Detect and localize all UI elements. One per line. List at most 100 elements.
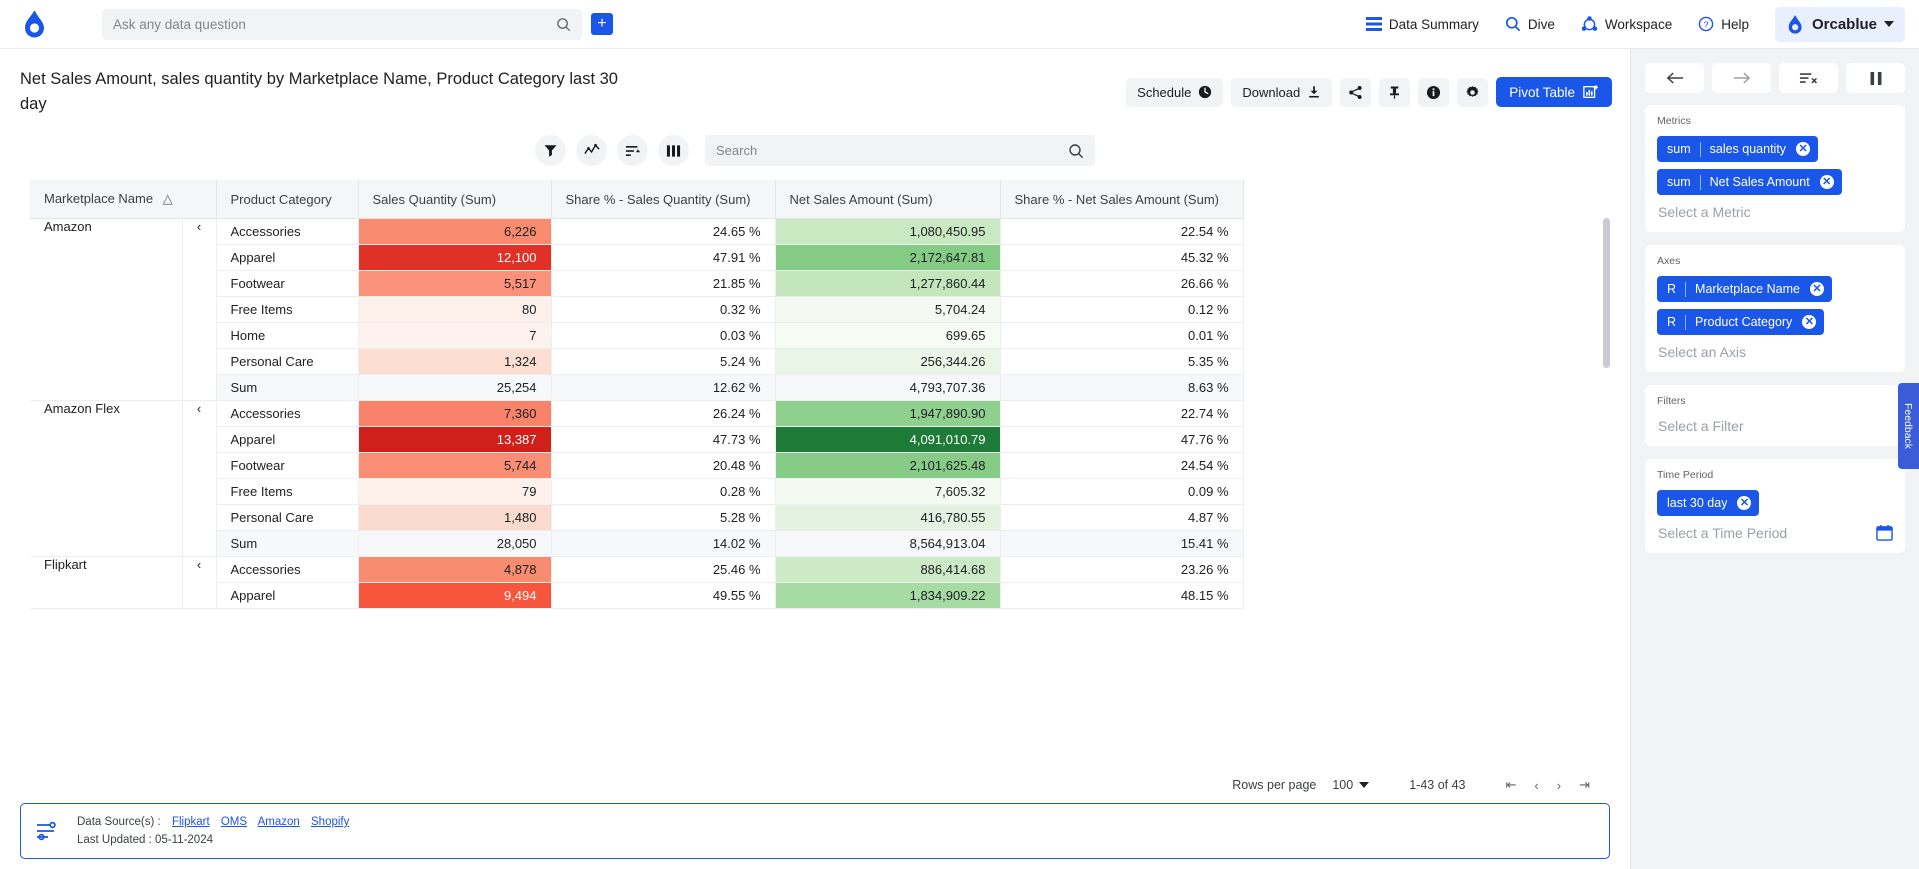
axis-chip[interactable]: R Marketplace Name ✕ bbox=[1657, 276, 1832, 302]
net-sales-amount-cell: 886,414.68 bbox=[775, 556, 1001, 583]
calendar-icon[interactable] bbox=[1876, 524, 1893, 541]
nav-item-help[interactable]: ? Help bbox=[1698, 16, 1749, 32]
table-row[interactable]: Flipkart ‹ Accessories 4,878 25.46 % 886,414.… bbox=[30, 556, 1244, 609]
table-search-box[interactable] bbox=[705, 135, 1095, 166]
select-axis-placeholder[interactable]: Select an Axis bbox=[1657, 342, 1893, 360]
data-source-link[interactable]: Shopify bbox=[311, 816, 349, 828]
download-button[interactable]: Download bbox=[1231, 77, 1333, 107]
time-period-row: Select a Time Period bbox=[1657, 523, 1893, 541]
settings-button[interactable] bbox=[1457, 77, 1489, 107]
share-button[interactable] bbox=[1340, 77, 1372, 107]
column-header-share-net-sales-amount[interactable]: Share % - Net Sales Amount (Sum) bbox=[1000, 180, 1244, 219]
report-header: Net Sales Amount, sales quantity by Mark… bbox=[0, 49, 1630, 117]
page-buttons: ⇤ ‹ › ⇥ bbox=[1506, 777, 1591, 793]
orca-logo-icon[interactable] bbox=[18, 7, 52, 41]
select-time-period-placeholder[interactable]: Select a Time Period bbox=[1657, 523, 1787, 541]
collapse-group-button[interactable]: ‹ bbox=[182, 218, 217, 401]
last-page-icon[interactable]: ⇥ bbox=[1579, 777, 1590, 793]
metric-aggregation: sum bbox=[1667, 175, 1691, 189]
metric-chip[interactable]: sum sales quantity ✕ bbox=[1657, 136, 1819, 162]
prev-page-icon[interactable]: ‹ bbox=[1534, 778, 1538, 793]
remove-chip-icon[interactable]: ✕ bbox=[1802, 315, 1817, 329]
time-period-chip[interactable]: last 30 day ✕ bbox=[1657, 490, 1760, 516]
select-filter-placeholder[interactable]: Select a Filter bbox=[1657, 416, 1893, 434]
data-source-link[interactable]: Amazon bbox=[258, 816, 300, 828]
data-source-link[interactable]: Flipkart bbox=[172, 816, 210, 828]
share-net-sales-amount-cell: 26.66 % bbox=[1000, 270, 1244, 297]
sales-quantity-cell: 1,480 bbox=[358, 504, 552, 531]
info-icon bbox=[1427, 85, 1441, 99]
pivot-table-scroll[interactable]: Marketplace Name △ Product Category Sale… bbox=[0, 180, 1630, 769]
search-input[interactable] bbox=[113, 16, 556, 32]
metric-chip[interactable]: sum Net Sales Amount ✕ bbox=[1657, 169, 1842, 195]
net-sales-amount-cell: 416,780.55 bbox=[775, 504, 1001, 531]
category-cell: Footwear bbox=[216, 270, 359, 297]
sort-button[interactable] bbox=[617, 135, 648, 166]
rows-per-page-select[interactable]: 100 bbox=[1332, 778, 1370, 792]
share-sales-quantity-cell: 20.48 % bbox=[551, 452, 776, 479]
data-source-footer: Data Source(s) : Flipkart OMS Amazon Sho… bbox=[20, 803, 1610, 859]
next-page-icon[interactable]: › bbox=[1557, 778, 1561, 793]
trend-line-icon bbox=[583, 143, 600, 154]
share-net-sales-amount-cell: 48.15 % bbox=[1000, 582, 1244, 609]
main-body: Net Sales Amount, sales quantity by Mark… bbox=[0, 49, 1919, 869]
column-header-net-sales-amount[interactable]: Net Sales Amount (Sum) bbox=[775, 180, 1001, 219]
columns-button[interactable] bbox=[658, 135, 689, 166]
workspace-selector[interactable]: Orcablue bbox=[1774, 6, 1905, 42]
add-button[interactable]: + bbox=[591, 13, 613, 35]
column-header-marketplace-name[interactable]: Marketplace Name △ bbox=[30, 180, 217, 219]
clock-icon bbox=[1199, 85, 1212, 99]
filter-button[interactable] bbox=[535, 135, 566, 166]
share-net-sales-amount-cell: 47.76 % bbox=[1000, 426, 1244, 453]
global-search-box[interactable] bbox=[102, 8, 582, 40]
table-row[interactable]: Amazon ‹ Accessories 6,226 24.65 % 1,080,450.… bbox=[30, 218, 1244, 401]
net-sales-amount-cell: 2,101,625.48 bbox=[775, 452, 1001, 479]
share-sales-quantity-cell: 47.73 % bbox=[551, 426, 776, 453]
search-icon bbox=[1069, 143, 1084, 158]
trend-button[interactable] bbox=[576, 135, 607, 166]
remove-chip-icon[interactable]: ✕ bbox=[1809, 282, 1824, 296]
nav-label: Workspace bbox=[1604, 16, 1673, 32]
column-header-sales-quantity[interactable]: Sales Quantity (Sum) bbox=[358, 180, 552, 219]
net-sales-amount-cell: 1,277,860.44 bbox=[775, 270, 1001, 297]
table-row[interactable]: Amazon Flex ‹ Accessories 7,360 26.24 % 1,947… bbox=[30, 400, 1244, 557]
sum-share-net-sales-amount: 8.63 % bbox=[1000, 374, 1244, 401]
svg-text:?: ? bbox=[1704, 19, 1709, 29]
table-scrollbar[interactable] bbox=[1603, 218, 1610, 368]
axis-chip[interactable]: R Product Category ✕ bbox=[1657, 309, 1825, 335]
pivot-table-button[interactable]: Pivot Table bbox=[1496, 77, 1612, 107]
remove-chip-icon[interactable]: ✕ bbox=[1796, 142, 1811, 156]
config-panel: Metrics sum sales quantity ✕ sum Net Sal… bbox=[1630, 49, 1919, 869]
pause-button[interactable] bbox=[1846, 63, 1905, 93]
filter-icon bbox=[544, 145, 557, 157]
nav-item-dive[interactable]: Dive bbox=[1505, 16, 1555, 32]
first-page-icon[interactable]: ⇤ bbox=[1506, 777, 1517, 793]
feedback-label: Feedback bbox=[1902, 402, 1915, 450]
axis-name: Product Category bbox=[1695, 315, 1793, 329]
nav-item-workspace[interactable]: Workspace bbox=[1581, 15, 1673, 33]
forward-button[interactable] bbox=[1712, 63, 1771, 93]
clear-filters-button[interactable] bbox=[1779, 63, 1838, 93]
nav-label: Data Summary bbox=[1388, 16, 1479, 32]
select-metric-placeholder[interactable]: Select a Metric bbox=[1657, 202, 1893, 220]
axis-type: R bbox=[1667, 282, 1677, 296]
net-sales-amount-cell: 5,704.24 bbox=[775, 296, 1001, 323]
chevron-down-icon bbox=[1884, 21, 1894, 27]
pin-button[interactable] bbox=[1379, 77, 1411, 107]
sort-asc-icon: △ bbox=[162, 191, 173, 206]
column-header-share-sales-quantity[interactable]: Share % - Sales Quantity (Sum) bbox=[551, 180, 776, 219]
remove-chip-icon[interactable]: ✕ bbox=[1737, 496, 1752, 510]
back-button[interactable] bbox=[1645, 63, 1704, 93]
info-button[interactable] bbox=[1418, 77, 1450, 107]
collapse-group-button[interactable]: ‹ bbox=[182, 556, 217, 609]
table-body: Amazon ‹ Accessories 6,226 24.65 % 1,080,450.… bbox=[30, 218, 1244, 609]
nav-item-data-summary[interactable]: Data Summary bbox=[1365, 16, 1479, 32]
collapse-group-button[interactable]: ‹ bbox=[182, 400, 217, 557]
schedule-button[interactable]: Schedule bbox=[1126, 77, 1224, 107]
column-header-product-category[interactable]: Product Category bbox=[216, 180, 359, 219]
table-search-input[interactable] bbox=[716, 143, 1068, 158]
feedback-tab[interactable]: Feedback bbox=[1898, 383, 1919, 469]
net-sales-amount-cell: 1,834,909.22 bbox=[775, 582, 1001, 609]
remove-chip-icon[interactable]: ✕ bbox=[1819, 175, 1834, 189]
data-source-link[interactable]: OMS bbox=[221, 816, 247, 828]
